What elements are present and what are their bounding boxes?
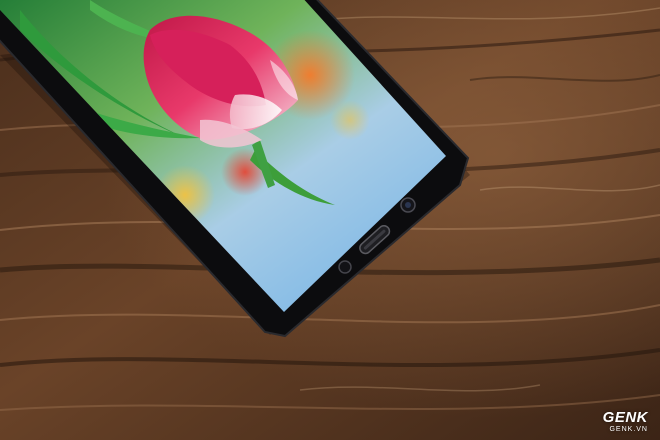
- photo-scene: GENK GENK.VN: [0, 0, 660, 440]
- watermark-brand: GENK: [602, 409, 648, 426]
- proximity-sensor: [338, 260, 352, 274]
- front-camera: [400, 197, 416, 213]
- site-watermark: GENK GENK.VN: [603, 410, 648, 433]
- photo-illustration: [0, 0, 660, 440]
- watermark-site: GENK.VN: [609, 426, 648, 433]
